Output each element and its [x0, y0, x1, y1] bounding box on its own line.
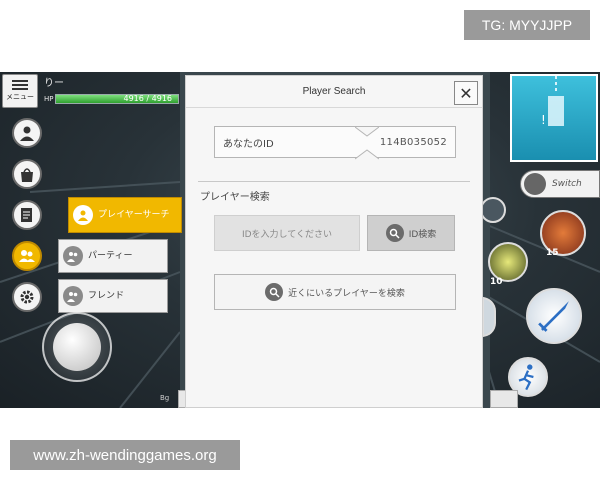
minimap[interactable]: ! — [510, 74, 598, 162]
svg-text:!: ! — [541, 113, 546, 127]
friend-icon — [63, 286, 83, 306]
search-icon — [385, 224, 404, 242]
my-id-box: あなたのID 114B035052 — [214, 126, 456, 160]
social-button[interactable] — [12, 241, 42, 271]
gear-icon — [20, 290, 34, 304]
switch-button[interactable]: Switch — [520, 170, 600, 198]
dialog-title-divider — [186, 107, 482, 108]
section-divider — [198, 181, 470, 182]
bag-icon — [21, 168, 33, 182]
party-menu-item[interactable]: パーティー — [58, 239, 168, 273]
party-menu-label: パーティー — [88, 250, 133, 261]
hp-bar: 4916 / 4916 — [55, 94, 179, 104]
friend-menu-item[interactable]: フレンド — [58, 279, 168, 313]
joystick-knob[interactable] — [53, 323, 101, 371]
menu-button[interactable]: メニュー — [2, 74, 38, 108]
nearby-player-search-button[interactable]: 近くにいるプレイヤーを検索 — [214, 274, 456, 310]
quest-log-button[interactable] — [12, 200, 42, 230]
player-search-dialog: Player Search ✕ あなたのID 114B035052 プレイヤー検… — [185, 75, 483, 408]
close-button[interactable]: ✕ — [454, 81, 478, 105]
skill-count-2: 10 — [490, 277, 503, 287]
hamburger-icon — [12, 80, 28, 90]
profile-button[interactable] — [12, 118, 42, 148]
switch-label: Switch — [552, 179, 582, 189]
movement-joystick[interactable] — [42, 312, 112, 382]
bottom-bar-edge-right — [490, 390, 518, 408]
settings-button[interactable] — [12, 282, 42, 312]
small-skill-button[interactable] — [480, 197, 506, 223]
dialog-title: Player Search — [302, 85, 366, 97]
attack-button[interactable] — [526, 288, 582, 344]
player-search-icon — [73, 205, 93, 225]
hp-value: 4916 / 4916 — [123, 94, 173, 103]
tg-watermark-badge: TG: MYYJJPP — [464, 10, 590, 40]
player-search-menu-label: プレイヤーサーチ — [98, 209, 170, 220]
friend-menu-label: フレンド — [88, 290, 125, 301]
id-search-button-label: ID検索 — [408, 229, 437, 240]
my-id-label: あなたのID — [223, 138, 274, 150]
id-search-button[interactable]: ID検索 — [367, 215, 455, 251]
switch-icon — [524, 173, 546, 195]
player-id-input[interactable]: IDを入力してください — [214, 215, 360, 251]
person-icon — [20, 126, 34, 141]
friends-icon — [19, 250, 35, 262]
bottom-hud-label: Bg — [160, 394, 170, 402]
player-name: りー — [44, 78, 64, 89]
player-search-menu-item[interactable]: プレイヤーサーチ — [68, 197, 182, 233]
nearby-player-search-label: 近くにいるプレイヤーを検索 — [288, 288, 405, 299]
skill-button-light[interactable] — [488, 242, 528, 282]
search-icon — [265, 283, 284, 301]
hp-label: HP — [44, 95, 54, 103]
close-icon: ✕ — [459, 83, 473, 103]
game-screen: メニュー りー HP 4916 / 4916 プレイヤーサーチ パーティー フレ… — [0, 72, 600, 408]
my-id-value: 114B035052 — [379, 136, 447, 148]
party-icon — [63, 246, 83, 266]
player-search-section-label: プレイヤー検索 — [200, 192, 270, 203]
player-id-input-placeholder: IDを入力してください — [241, 229, 333, 240]
map-marker-icon: ! — [541, 76, 564, 127]
sword-icon — [538, 301, 569, 332]
notepad-icon — [21, 208, 32, 222]
menu-button-label: メニュー — [6, 93, 34, 101]
inventory-button[interactable] — [12, 159, 42, 189]
my-id-notch-decoration — [355, 126, 379, 160]
site-watermark-badge: www.zh-wendinggames.org — [10, 440, 240, 470]
skill-count-1: 15 — [546, 248, 559, 258]
